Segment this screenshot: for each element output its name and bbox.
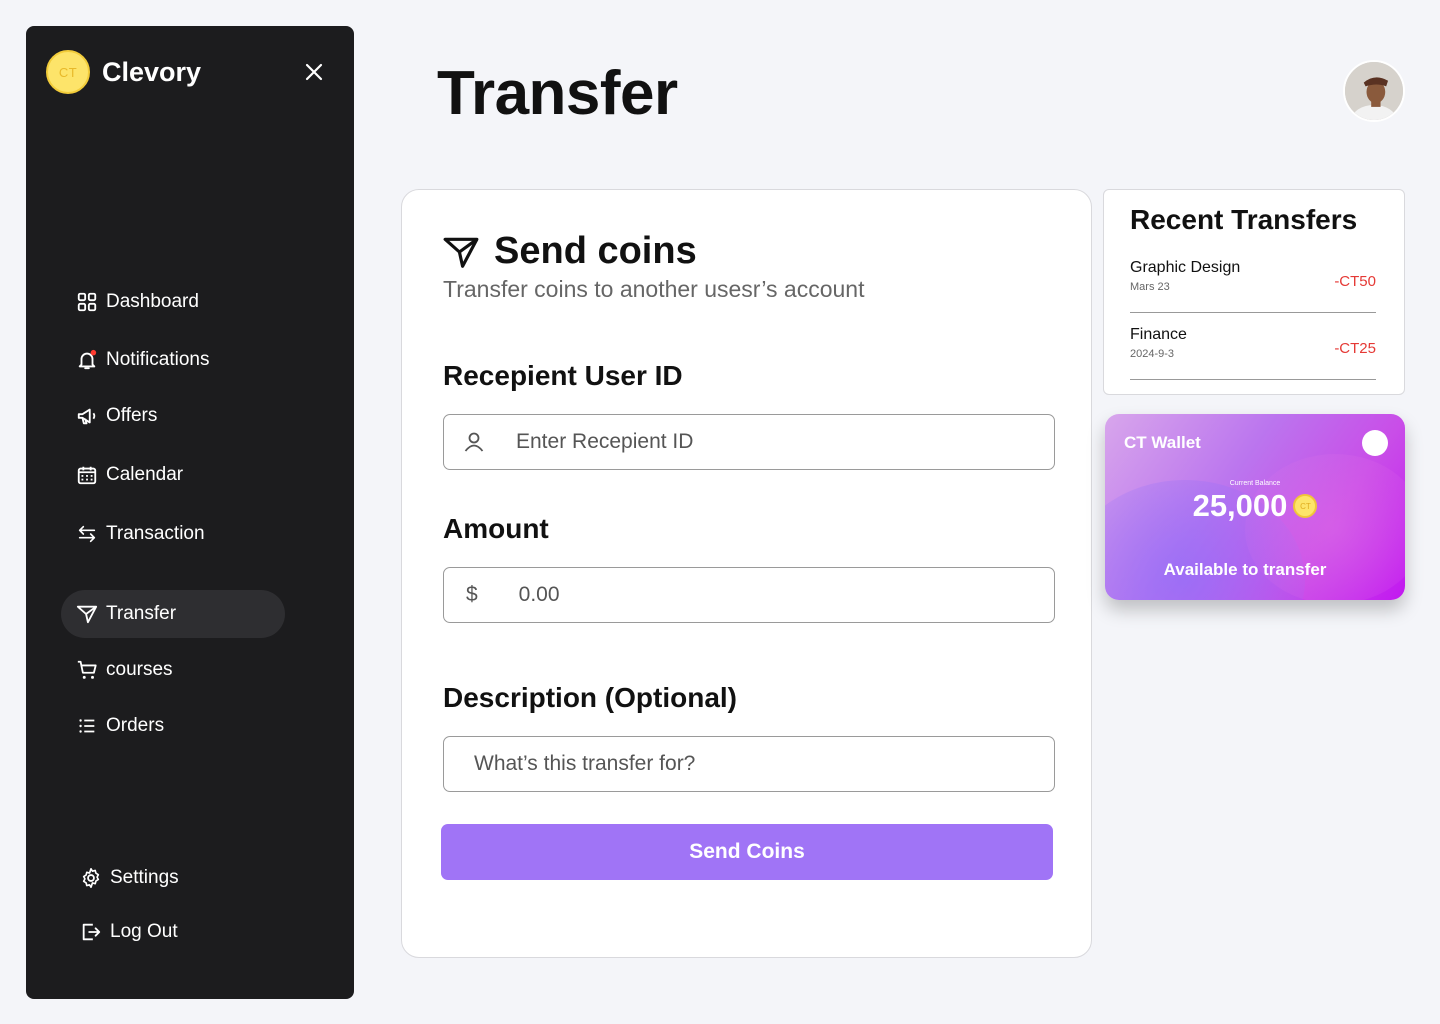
- description-field[interactable]: [443, 736, 1055, 792]
- currency-prefix: $: [466, 583, 478, 606]
- recent-transfers-card: Recent Transfers Graphic Design Mars 23 …: [1103, 189, 1405, 395]
- available-label: Available to transfer: [1163, 560, 1327, 579]
- send-coins-button[interactable]: Send Coins: [441, 824, 1053, 880]
- list-icon: [79, 719, 95, 733]
- list-item[interactable]: Graphic Design Mars 23 -CT50: [1130, 259, 1376, 313]
- amount-input[interactable]: [518, 583, 1054, 607]
- page-title: Transfer: [437, 59, 678, 128]
- sidebar-item-transaction[interactable]: Transaction: [61, 510, 285, 558]
- sidebar-item-label: Settings: [110, 867, 179, 888]
- recipient-input[interactable]: [516, 430, 1054, 454]
- send-icon: [443, 237, 479, 268]
- transfer-date: Mars 23: [1130, 281, 1170, 293]
- sidebar-item-label: Notifications: [106, 349, 210, 370]
- megaphone-icon: [77, 408, 96, 425]
- description-input[interactable]: [474, 752, 1054, 776]
- recent-title: Recent Transfers: [1130, 204, 1358, 235]
- send-coins-card: Send coins Transfer coins to another use…: [401, 189, 1092, 958]
- calendar-icon: [77, 466, 97, 485]
- transfer-name: Graphic Design: [1130, 259, 1241, 276]
- cart-icon: [77, 660, 97, 679]
- amount-label: Amount: [443, 513, 549, 544]
- recipient-field[interactable]: [443, 414, 1055, 470]
- wallet-toggle[interactable]: [1362, 430, 1388, 456]
- wallet-card: CT Wallet Current Balance 25,000 CT Avai…: [1105, 414, 1405, 600]
- sidebar-item-label: Offers: [106, 405, 158, 426]
- amount-field[interactable]: $: [443, 567, 1055, 623]
- brand-logo: CT: [46, 50, 90, 94]
- sidebar-item-courses[interactable]: courses: [61, 646, 285, 694]
- sidebar-item-label: Transaction: [106, 523, 205, 544]
- wallet-name: CT Wallet: [1124, 433, 1201, 452]
- brand[interactable]: CT Clevory: [46, 50, 201, 94]
- brand-name: Clevory: [102, 56, 202, 87]
- sidebar-item-label: Dashboard: [106, 291, 199, 312]
- user-icon: [464, 432, 484, 452]
- sidebar-item-orders[interactable]: Orders: [61, 702, 285, 750]
- transfer-date: 2024-9-3: [1130, 348, 1175, 360]
- description-label: Description (Optional): [443, 682, 737, 713]
- list-item[interactable]: Finance 2024-9-3 -CT25: [1130, 326, 1376, 380]
- sidebar: CT Clevory Dashboard Notifications Offer…: [26, 26, 354, 999]
- send-header: Send coins: [442, 230, 697, 273]
- coin-icon: CT: [1293, 494, 1318, 518]
- wallet-balance: 25,000 CT: [1105, 488, 1405, 524]
- send-icon: [76, 605, 98, 624]
- sidebar-item-notifications[interactable]: Notifications: [61, 336, 285, 384]
- sidebar-item-transfer[interactable]: Transfer: [61, 590, 285, 638]
- transfer-amount: -CT25: [1334, 340, 1376, 357]
- grid-icon: [77, 292, 97, 312]
- sidebar-item-label: Orders: [106, 715, 165, 736]
- sidebar-item-label: Log Out: [110, 921, 178, 942]
- avatar[interactable]: [1343, 60, 1405, 122]
- logout-icon: [82, 923, 101, 941]
- transfer-name: Finance: [1130, 326, 1187, 343]
- sidebar-item-label: Transfer: [106, 603, 177, 624]
- sidebar-item-dashboard[interactable]: Dashboard: [61, 278, 285, 326]
- bell-icon: [78, 349, 97, 370]
- send-subtitle: Transfer coins to another usesr’s accoun…: [443, 276, 865, 302]
- balance-label: Current Balance: [1229, 480, 1281, 487]
- sidebar-item-calendar[interactable]: Calendar: [61, 451, 285, 499]
- transfer-amount: -CT50: [1334, 273, 1376, 290]
- sidebar-item-label: courses: [106, 659, 173, 680]
- gear-icon: [82, 868, 100, 888]
- balance-amount: 25,000: [1192, 488, 1288, 523]
- send-title: Send coins: [494, 230, 697, 272]
- recipient-label: Recepient User ID: [443, 360, 683, 391]
- sidebar-item-logout[interactable]: Log Out: [66, 908, 290, 956]
- sidebar-item-settings[interactable]: Settings: [66, 854, 290, 902]
- sidebar-item-offers[interactable]: Offers: [61, 392, 285, 440]
- sidebar-item-label: Calendar: [106, 464, 184, 485]
- close-icon[interactable]: [302, 60, 326, 84]
- arrows-icon: [78, 525, 96, 543]
